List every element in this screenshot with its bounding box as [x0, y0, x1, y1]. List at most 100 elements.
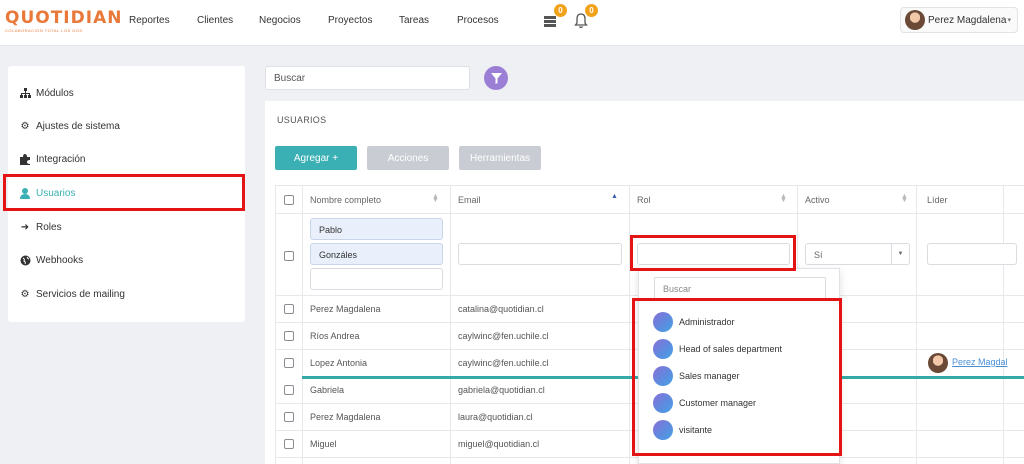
- chevron-down-icon: ▼: [891, 244, 909, 264]
- logo-tagline: COLABORACIÓN TOTAL LOS DOS: [5, 28, 83, 33]
- sidebar-item-usuarios[interactable]: Usuarios: [18, 181, 75, 205]
- table-border: [302, 185, 303, 464]
- sidebar-item-integracion[interactable]: Integración: [18, 147, 85, 171]
- sort-icon[interactable]: ▲ ▼: [901, 193, 908, 204]
- app-logo[interactable]: QUOTIDIAN COLABORACIÓN TOTAL LOS DOS: [5, 8, 123, 34]
- search-input[interactable]: [265, 66, 470, 90]
- role-option-label: Head of sales department: [679, 344, 783, 354]
- filter-icon: [490, 72, 502, 84]
- sidebar-item-roles[interactable]: ➜ Roles: [18, 215, 62, 239]
- cell-name: Perez Magdalena: [310, 304, 381, 314]
- table-border: [275, 213, 1024, 214]
- role-option-label: Administrador: [679, 317, 735, 327]
- row-checkbox[interactable]: [284, 439, 294, 449]
- chevron-down-icon: ▾: [1007, 17, 1011, 24]
- filter-row-checkbox[interactable]: [284, 251, 294, 261]
- cell-email: caylwinc@fen.uchile.cl: [458, 358, 549, 368]
- sidebar-item-webhooks[interactable]: Webhooks: [18, 248, 83, 272]
- tools-button[interactable]: Herramientas: [459, 146, 541, 170]
- sort-icon[interactable]: ▲ ▼: [780, 193, 787, 204]
- column-header-role[interactable]: Rol: [637, 195, 651, 205]
- notifications-button[interactable]: 0: [570, 4, 598, 32]
- role-search-input[interactable]: Buscar: [654, 277, 826, 299]
- role-option-label: Customer manager: [679, 398, 757, 408]
- nav-item-reportes[interactable]: Reportes: [129, 15, 170, 26]
- sidebar-item-mailing[interactable]: ⚙ Servicios de mailing: [18, 282, 125, 306]
- nav-item-tareas[interactable]: Tareas: [399, 15, 429, 26]
- sort-asc-icon[interactable]: ▲: [611, 193, 618, 200]
- leader-filter-input[interactable]: [927, 243, 1017, 265]
- role-option[interactable]: Customer manager: [653, 392, 756, 414]
- active-filter-value: Sí: [814, 250, 823, 260]
- nav-item-clientes[interactable]: Clientes: [197, 15, 233, 26]
- filter-button[interactable]: [484, 66, 508, 90]
- user-menu[interactable]: Perez Magdalena ▾: [900, 7, 1018, 33]
- cell-email: miguel@quotidian.cl: [458, 439, 540, 449]
- bell-badge: 0: [585, 4, 598, 17]
- column-header-leader[interactable]: Líder: [927, 195, 948, 205]
- sidebar-item-label: Webhooks: [36, 254, 84, 266]
- globe-icon: [18, 255, 32, 266]
- role-filter-input[interactable]: [637, 243, 790, 265]
- row-checkbox[interactable]: [284, 304, 294, 314]
- column-header-active[interactable]: Activo: [805, 195, 830, 205]
- cell-name: Ríos Andrea: [310, 331, 360, 341]
- column-header-name[interactable]: Nombre completo: [310, 195, 381, 205]
- inbox-button[interactable]: 0: [539, 4, 567, 32]
- email-filter-input[interactable]: [458, 243, 622, 265]
- role-icon: [653, 312, 673, 332]
- arrow-right-icon: ➜: [20, 221, 30, 233]
- name-filter-tag[interactable]: Gonzáles: [310, 243, 443, 265]
- panel-title: USUARIOS: [277, 115, 327, 125]
- sidebar-item-ajustes[interactable]: ⚙ Ajustes de sistema: [18, 114, 120, 138]
- cell-name: Gabriela: [310, 385, 345, 395]
- table-border: [916, 185, 917, 464]
- sidebar-item-label: Integración: [36, 153, 86, 165]
- table-border: [1003, 185, 1004, 464]
- name-filter-input[interactable]: [310, 268, 443, 290]
- cell-name: Perez Magdalena: [310, 412, 381, 422]
- sidebar-item-label: Módulos: [36, 87, 74, 99]
- table-border: [450, 185, 451, 464]
- avatar: [905, 10, 925, 30]
- role-option-label: visitante: [679, 425, 713, 435]
- sitemap-icon: [18, 88, 32, 98]
- active-filter-select[interactable]: Sí ▼: [805, 243, 910, 265]
- name-filter-tag[interactable]: Pablo: [310, 218, 443, 240]
- cell-email: caylwinc@fen.uchile.cl: [458, 331, 549, 341]
- leader-link[interactable]: Perez Magdal: [952, 357, 1008, 367]
- table-border: [275, 185, 276, 464]
- role-icon: [653, 393, 673, 413]
- role-dropdown: Buscar Administrador Head of sales depar…: [638, 268, 840, 464]
- gear-icon: ⚙: [20, 288, 30, 300]
- row-checkbox[interactable]: [284, 412, 294, 422]
- role-option[interactable]: Head of sales department: [653, 338, 782, 360]
- user-icon: [18, 187, 32, 199]
- actions-button[interactable]: Acciones: [367, 146, 449, 170]
- role-option-label: Sales manager: [679, 371, 740, 381]
- role-option[interactable]: Administrador: [653, 311, 735, 333]
- nav-item-proyectos[interactable]: Proyectos: [328, 15, 372, 26]
- row-checkbox[interactable]: [284, 385, 294, 395]
- top-navbar: QUOTIDIAN COLABORACIÓN TOTAL LOS DOS Rep…: [0, 0, 1024, 46]
- role-option[interactable]: visitante: [653, 419, 712, 441]
- sidebar-item-label: Servicios de mailing: [36, 288, 125, 300]
- row-checkbox[interactable]: [284, 358, 294, 368]
- table-border: [629, 185, 630, 464]
- cell-email: gabriela@quotidian.cl: [458, 385, 545, 395]
- row-checkbox[interactable]: [284, 331, 294, 341]
- nav-item-negocios[interactable]: Negocios: [259, 15, 301, 26]
- add-user-button[interactable]: Agregar +: [275, 146, 357, 170]
- cell-email: catalina@quotidian.cl: [458, 304, 544, 314]
- select-all-checkbox[interactable]: [284, 195, 294, 205]
- sidebar-item-modulos[interactable]: Módulos: [18, 81, 74, 105]
- column-header-email[interactable]: Email: [458, 195, 481, 205]
- sort-icon[interactable]: ▲ ▼: [432, 193, 439, 204]
- logo-text: QUOTIDIAN: [5, 8, 123, 28]
- inbox-badge: 0: [554, 4, 567, 17]
- role-option[interactable]: Sales manager: [653, 365, 740, 387]
- role-icon: [653, 420, 673, 440]
- gears-icon: ⚙: [20, 120, 30, 132]
- nav-item-procesos[interactable]: Procesos: [457, 15, 499, 26]
- puzzle-icon: [18, 153, 32, 165]
